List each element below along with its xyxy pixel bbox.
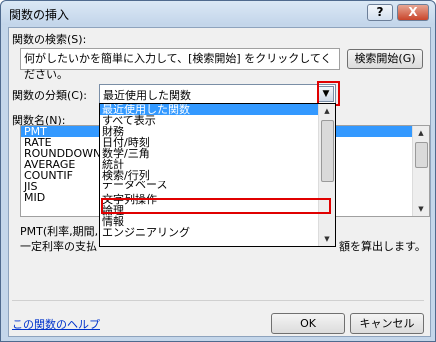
search-input[interactable]: 何がしたいかを簡単に入力して、[検索開始] をクリックしてください。 <box>20 48 340 81</box>
function-description: 一定利率の支払 <box>20 240 97 253</box>
category-option[interactable]: 数学/三角 <box>100 148 335 159</box>
function-help-link[interactable]: この関数のヘルプ <box>12 316 100 332</box>
scroll-thumb[interactable] <box>321 120 334 182</box>
search-start-button[interactable]: 検索開始(G) <box>347 49 423 69</box>
category-select[interactable]: 最近使用した関数 ▼ <box>99 84 336 104</box>
insert-function-dialog: 関数の挿入 ? X 関数の検索(S): 何がしたいかを簡単に入力して、[検索開始… <box>0 0 436 342</box>
dialog-body: 関数の検索(S): 何がしたいかを簡単に入力して、[検索開始] をクリックしてく… <box>8 27 431 337</box>
category-label: 関数の分類(C): <box>12 89 87 102</box>
ok-button[interactable]: OK <box>271 313 345 334</box>
scroll-down-icon[interactable]: ▼ <box>413 202 429 216</box>
category-select-value: 最近使用した関数 <box>103 89 191 102</box>
scroll-thumb[interactable] <box>415 142 428 168</box>
scroll-up-icon[interactable]: ▲ <box>319 104 335 118</box>
search-input-text: 何がしたいかを簡単に入力して、[検索開始] をクリックしてください。 <box>24 52 332 81</box>
function-list-scrollbar[interactable]: ▲ ▼ <box>412 126 429 216</box>
scroll-up-icon[interactable]: ▲ <box>413 126 429 140</box>
category-dropdown-list[interactable]: 最近使用した関数 すべて表示 財務 日付/時刻 数学/三角 統計 検索/行列 デ… <box>99 103 336 247</box>
category-option[interactable]: 検索/行列 <box>100 170 335 181</box>
function-syntax: PMT(利率,期間, <box>20 225 99 238</box>
category-option[interactable]: データベース <box>100 181 335 190</box>
dialog-title: 関数の挿入 <box>9 8 70 22</box>
function-description-end: 額を算出します。 <box>339 240 426 253</box>
help-button[interactable]: ? <box>367 4 393 21</box>
cancel-button[interactable]: キャンセル <box>350 313 424 334</box>
separator <box>12 300 424 301</box>
highlight-frame-option <box>101 198 331 214</box>
search-label: 関数の検索(S): <box>12 33 87 46</box>
close-button[interactable]: X <box>397 4 429 21</box>
scroll-down-icon[interactable]: ▼ <box>319 232 335 246</box>
dropdown-scrollbar[interactable]: ▲ ▼ <box>318 104 335 246</box>
category-option[interactable]: すべて表示 <box>100 115 335 126</box>
category-option[interactable]: エンジニアリング <box>100 227 335 238</box>
title-bar[interactable]: 関数の挿入 ? X <box>1 1 435 25</box>
